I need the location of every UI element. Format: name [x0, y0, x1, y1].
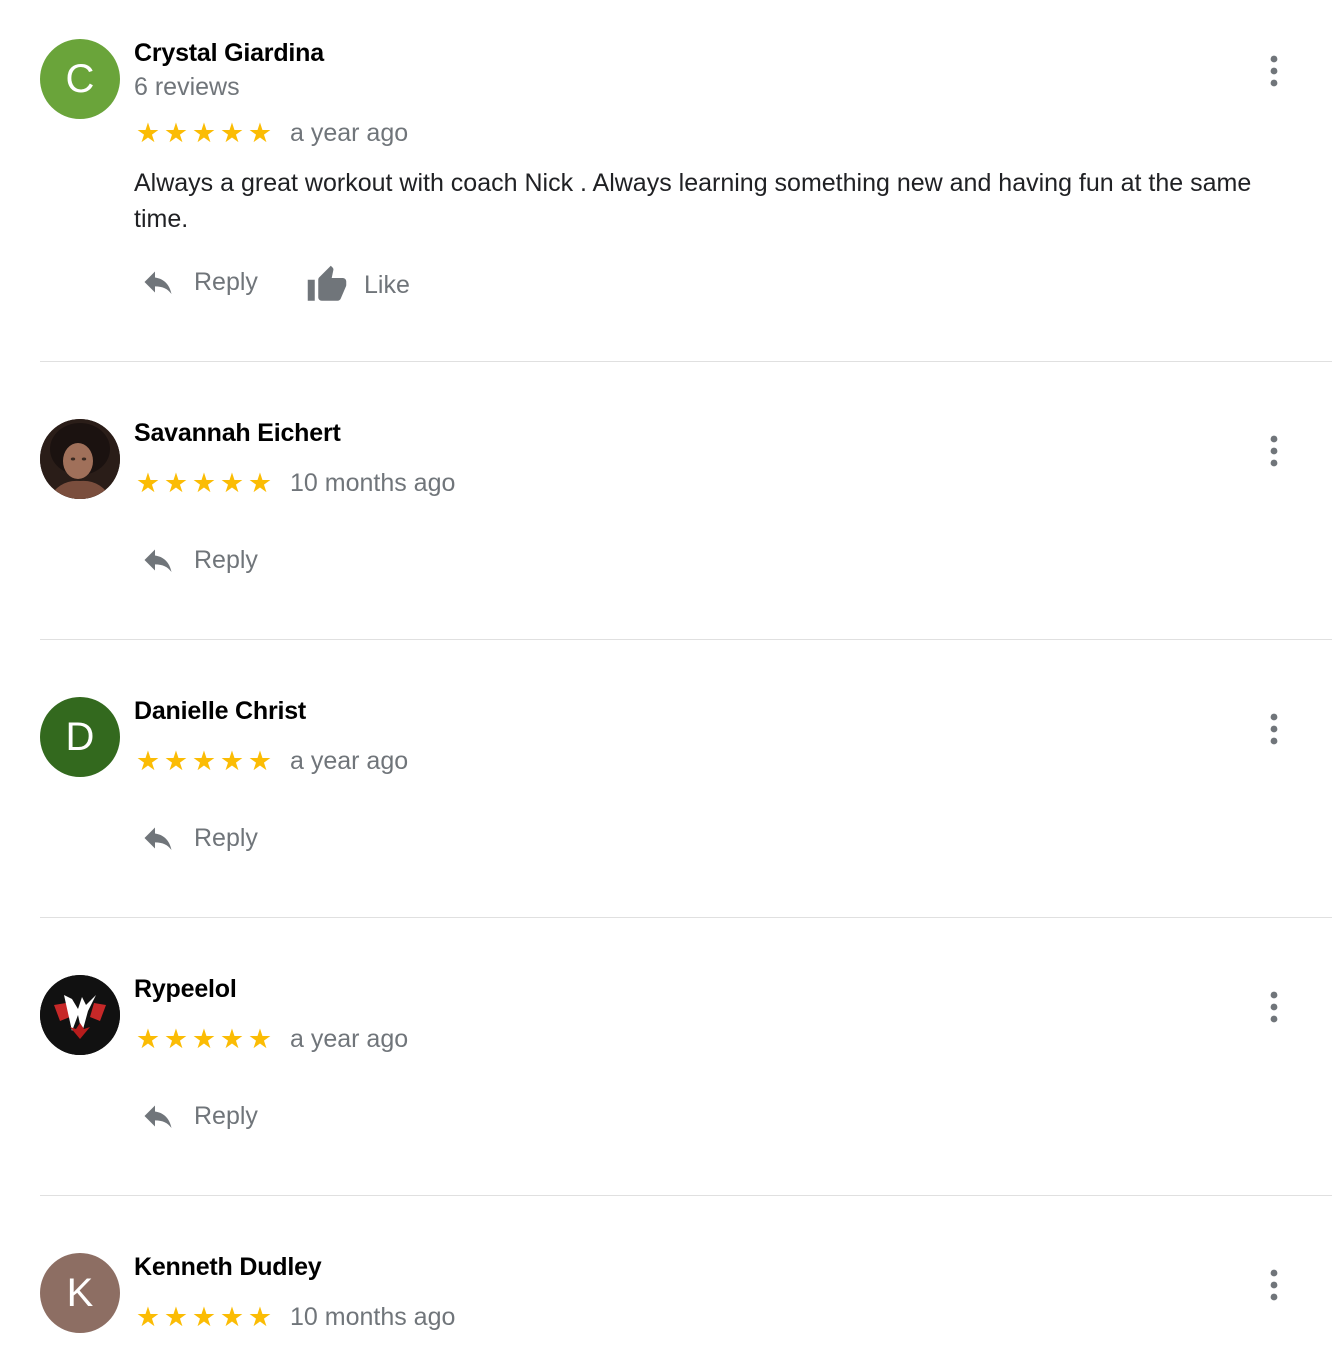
logo-icon	[40, 975, 120, 1055]
more-vertical-icon	[1258, 991, 1290, 1031]
review-count[interactable]: 6 reviews	[134, 73, 240, 102]
avatar[interactable]: D	[40, 697, 120, 777]
avatar-letter: C	[65, 56, 95, 101]
review-time: 10 months ago	[290, 468, 456, 497]
more-options-button[interactable]	[1258, 1265, 1290, 1305]
star-icon: ★	[135, 746, 161, 776]
rating-row: ★ ★ ★ ★ ★ a year ago	[134, 1024, 408, 1054]
avatar-letter: D	[65, 714, 95, 759]
reviewer-name[interactable]: Rypeelol	[134, 975, 237, 1004]
reply-button[interactable]: Reply	[138, 542, 258, 578]
review-time: a year ago	[290, 746, 409, 775]
more-vertical-icon	[1258, 1269, 1290, 1309]
reviewer-name[interactable]: Danielle Christ	[134, 697, 306, 726]
review-time: a year ago	[290, 118, 409, 147]
star-icon: ★	[219, 1024, 245, 1054]
star-icon: ★	[135, 1024, 161, 1054]
divider	[40, 917, 1332, 918]
star-icon: ★	[219, 468, 245, 498]
star-icon: ★	[247, 1024, 273, 1054]
thumb-up-icon	[304, 264, 350, 306]
avatar-logo[interactable]	[40, 975, 120, 1055]
reply-icon	[138, 1098, 178, 1134]
star-icon: ★	[191, 746, 217, 776]
reply-button[interactable]: Reply	[138, 264, 258, 300]
more-vertical-icon	[1258, 55, 1290, 95]
avatar[interactable]: K	[40, 1253, 120, 1333]
star-icon: ★	[191, 118, 217, 148]
star-rating: ★ ★ ★ ★ ★	[134, 1024, 274, 1054]
like-button[interactable]: Like	[304, 264, 410, 306]
star-rating: ★ ★ ★ ★ ★	[134, 1302, 274, 1332]
avatar[interactable]: C	[40, 39, 120, 119]
rating-row: ★ ★ ★ ★ ★ a year ago	[134, 746, 408, 776]
more-vertical-icon	[1258, 713, 1290, 753]
star-icon: ★	[219, 1302, 245, 1332]
reply-icon	[138, 264, 178, 300]
review-time: 10 months ago	[290, 1302, 456, 1331]
star-rating: ★ ★ ★ ★ ★	[134, 468, 274, 498]
rating-row: ★ ★ ★ ★ ★ 10 months ago	[134, 1302, 456, 1332]
more-options-button[interactable]	[1258, 431, 1290, 471]
avatar-letter: K	[66, 1270, 94, 1315]
review-time: a year ago	[290, 1024, 409, 1053]
more-options-button[interactable]	[1258, 51, 1290, 91]
like-label: Like	[364, 270, 410, 299]
rating-row: ★ ★ ★ ★ ★ a year ago	[134, 118, 408, 148]
star-icon: ★	[135, 468, 161, 498]
reply-button[interactable]: Reply	[138, 1098, 258, 1134]
reply-label: Reply	[194, 545, 258, 574]
star-rating: ★ ★ ★ ★ ★	[134, 746, 274, 776]
star-icon: ★	[191, 1302, 217, 1332]
star-rating: ★ ★ ★ ★ ★	[134, 118, 274, 148]
star-icon: ★	[135, 1302, 161, 1332]
star-icon: ★	[163, 118, 189, 148]
reviewer-name[interactable]: Crystal Giardina	[134, 39, 324, 68]
reviewer-name[interactable]: Kenneth Dudley	[134, 1253, 322, 1282]
star-icon: ★	[219, 118, 245, 148]
rating-row: ★ ★ ★ ★ ★ 10 months ago	[134, 468, 456, 498]
star-icon: ★	[163, 1024, 189, 1054]
reply-icon	[138, 542, 178, 578]
more-options-button[interactable]	[1258, 709, 1290, 749]
avatar-photo[interactable]	[40, 419, 120, 499]
more-options-button[interactable]	[1258, 987, 1290, 1027]
divider	[40, 1195, 1332, 1196]
reply-label: Reply	[194, 1101, 258, 1130]
star-icon: ★	[163, 468, 189, 498]
reply-icon	[138, 820, 178, 856]
star-icon: ★	[163, 746, 189, 776]
star-icon: ★	[219, 746, 245, 776]
review-text: Always a great workout with coach Nick .…	[134, 169, 1252, 233]
reviewer-name[interactable]: Savannah Eichert	[134, 419, 341, 448]
star-icon: ★	[191, 1024, 217, 1054]
star-icon: ★	[191, 468, 217, 498]
reply-label: Reply	[194, 267, 258, 296]
divider	[40, 361, 1332, 362]
reply-label: Reply	[194, 823, 258, 852]
star-icon: ★	[247, 746, 273, 776]
star-icon: ★	[163, 1302, 189, 1332]
star-icon: ★	[247, 1302, 273, 1332]
star-icon: ★	[135, 118, 161, 148]
reply-button[interactable]: Reply	[138, 820, 258, 856]
more-vertical-icon	[1258, 435, 1290, 475]
profile-photo-icon	[40, 419, 120, 499]
divider	[40, 639, 1332, 640]
star-icon: ★	[247, 468, 273, 498]
star-icon: ★	[247, 118, 273, 148]
